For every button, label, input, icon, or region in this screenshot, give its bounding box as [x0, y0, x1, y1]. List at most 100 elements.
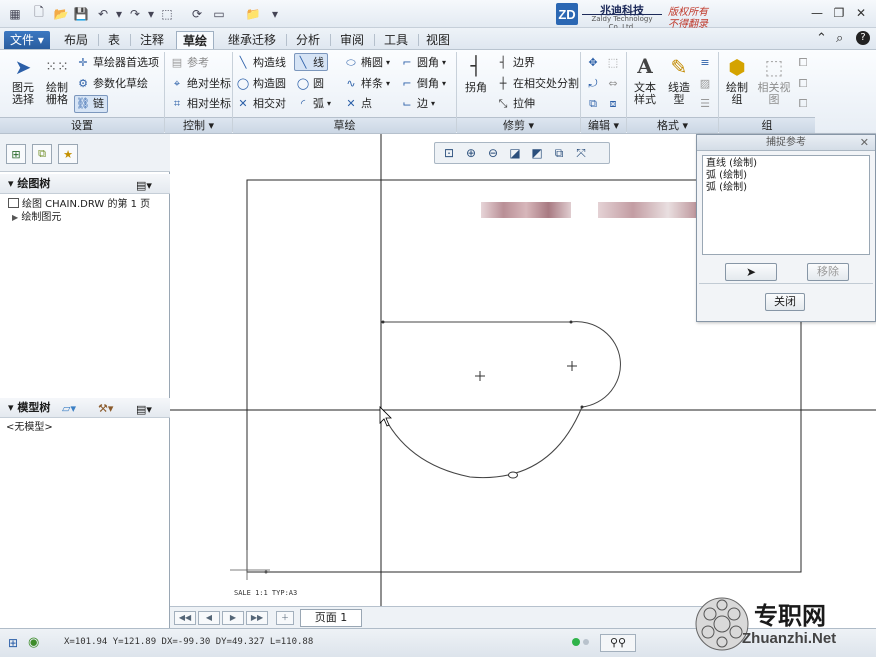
- add-page-icon[interactable]: ＋: [276, 611, 294, 625]
- edge-dropdown-icon[interactable]: ▾: [431, 97, 435, 111]
- zoom-out-icon[interactable]: ⊖: [483, 144, 503, 162]
- tab-file[interactable]: 文件 ▾: [4, 31, 50, 49]
- text-style-button[interactable]: A 文本 样式: [630, 54, 660, 106]
- chamfer-button[interactable]: ⌐ 倒角 ▾: [400, 77, 446, 91]
- arc-button[interactable]: ◜ 弧 ▾: [296, 97, 331, 111]
- tree-item-draft-entities[interactable]: ▶ 绘制图元: [12, 212, 61, 224]
- related-view-button[interactable]: ⬚ 相关视 图: [756, 54, 792, 106]
- list-item[interactable]: 弧 (绘制): [706, 170, 866, 182]
- tree-item-drawing[interactable]: 绘图 CHAIN.DRW 的第 1 页: [8, 198, 150, 211]
- display-style-icon[interactable]: ◩: [527, 144, 547, 162]
- group-label-edit[interactable]: 编辑 ▾: [581, 117, 626, 133]
- repaint-icon[interactable]: ◪: [505, 144, 525, 162]
- draw-grid-button[interactable]: ⁙⁙ 绘制 栅格: [42, 54, 72, 106]
- group-option-1[interactable]: ⧠: [796, 56, 810, 70]
- construction-line-button[interactable]: ╲ 构造线: [236, 56, 286, 70]
- edge-button[interactable]: ⌙ 边 ▾: [400, 97, 435, 111]
- ellipse-dropdown-icon[interactable]: ▾: [386, 56, 390, 70]
- param-sketch-button[interactable]: ⚙ 参数化草绘: [76, 77, 148, 91]
- group-option-3[interactable]: ⧠: [796, 97, 810, 111]
- minimize-button[interactable]: —: [808, 5, 826, 21]
- model-tree-settings-icon[interactable]: ▤▾: [136, 400, 152, 420]
- tab-tools[interactable]: 工具: [378, 31, 414, 49]
- group-option-2[interactable]: ⧠: [796, 77, 810, 91]
- tab-annotate[interactable]: 注释: [134, 31, 170, 49]
- refit-icon[interactable]: ⊡: [439, 144, 459, 162]
- arc-dropdown-icon[interactable]: ▾: [327, 97, 331, 111]
- close-button[interactable]: 关闭: [765, 293, 805, 311]
- format-option-3[interactable]: ☰: [698, 97, 712, 111]
- tab-legacy-migration[interactable]: 继承迁移: [222, 31, 282, 49]
- search-icon[interactable]: ⌕: [836, 31, 843, 46]
- chain-button[interactable]: ⛓ 链: [76, 97, 104, 111]
- layers-tab-icon[interactable]: ⧉: [32, 144, 52, 164]
- tab-table[interactable]: 表: [102, 31, 126, 49]
- chamfer-dropdown-icon[interactable]: ▾: [442, 77, 446, 91]
- window-icon[interactable]: ▭: [210, 5, 228, 22]
- draw-group-button[interactable]: ⬢ 绘制 组: [722, 54, 752, 106]
- absolute-coord-button[interactable]: ⌖ 绝对坐标: [170, 77, 231, 91]
- spline-button[interactable]: ∿ 样条 ▾: [344, 77, 390, 91]
- group-label-trim[interactable]: 修剪 ▾: [457, 117, 580, 133]
- last-page-icon[interactable]: ▶▶: [246, 611, 268, 625]
- relative-coord-button[interactable]: ⌗ 相对坐标: [170, 97, 231, 111]
- new-file-icon[interactable]: 🗋: [30, 5, 48, 22]
- format-option-2[interactable]: ▨: [698, 77, 712, 91]
- tools-icon[interactable]: ⚒▾: [98, 399, 113, 419]
- globe-icon[interactable]: ◉: [28, 635, 39, 650]
- group-label-control[interactable]: 控制 ▾: [165, 117, 232, 133]
- tab-analysis[interactable]: 分析: [290, 31, 326, 49]
- intersect-button[interactable]: ✕ 相交对: [236, 97, 286, 111]
- list-item[interactable]: 直线 (绘制): [706, 158, 866, 170]
- group-edit-button[interactable]: ⧈: [606, 97, 620, 111]
- model-tree-icon[interactable]: ▱▾: [62, 399, 76, 419]
- tree-settings-icon[interactable]: ▤▾: [136, 176, 152, 196]
- point-button[interactable]: ✕ 点: [344, 97, 372, 111]
- tab-layout[interactable]: 布局: [58, 31, 94, 49]
- stretch-button[interactable]: ⤡ 拉伸: [496, 97, 535, 111]
- rotate-button[interactable]: ⤾: [586, 77, 600, 91]
- select-box-icon[interactable]: ⬚: [158, 5, 176, 22]
- drawing-tree-header[interactable]: ▾ 绘图树 ▤▾: [0, 174, 170, 194]
- favorites-tab-icon[interactable]: ★: [58, 144, 78, 164]
- reference-button[interactable]: ▤ 参考: [170, 56, 209, 70]
- restore-button[interactable]: ❐: [830, 5, 848, 21]
- expand-icon[interactable]: ▶: [12, 213, 18, 222]
- model-tree-header[interactable]: ▾ 模型树 ▱▾ ⚒▾ ▤▾: [0, 398, 170, 418]
- regenerate-icon[interactable]: ⟳: [188, 5, 206, 22]
- display-toggle-icon[interactable]: ⤧: [571, 144, 591, 162]
- folder-icon[interactable]: 📁: [244, 5, 262, 22]
- list-item[interactable]: 弧 (绘制): [706, 182, 866, 194]
- ellipse-button[interactable]: ⬭ 椭圆 ▾: [344, 56, 390, 70]
- scale-button[interactable]: ⇔: [606, 77, 620, 91]
- tab-view[interactable]: 视图: [420, 31, 456, 49]
- group-label-format[interactable]: 格式 ▾: [627, 117, 718, 133]
- customize-toolbar-icon[interactable]: ▾: [266, 5, 284, 22]
- tree-tab-icon[interactable]: ⊞: [6, 144, 26, 164]
- line-style-button[interactable]: ✎ 线造 型: [664, 54, 694, 106]
- line-button[interactable]: ╲ 线: [296, 56, 324, 70]
- spline-dropdown-icon[interactable]: ▾: [386, 77, 390, 91]
- circle-button[interactable]: ◯ 圆: [296, 77, 324, 91]
- next-page-icon[interactable]: ▶: [222, 611, 244, 625]
- zoom-in-icon[interactable]: ⊕: [461, 144, 481, 162]
- binoculars-icon[interactable]: ⚲⚲: [600, 634, 636, 652]
- close-window-button[interactable]: ✕: [852, 5, 870, 21]
- layout-icon[interactable]: ⊞: [8, 636, 18, 650]
- construction-circle-button[interactable]: ◯ 构造圆: [236, 77, 286, 91]
- select-reference-button[interactable]: ➤: [725, 263, 777, 281]
- reference-list[interactable]: 直线 (绘制) 弧 (绘制) 弧 (绘制): [702, 155, 870, 255]
- corner-button[interactable]: ┤ 拐角: [462, 54, 490, 94]
- app-logo-icon[interactable]: ▦: [6, 5, 24, 22]
- boundary-button[interactable]: ┤ 边界: [496, 56, 535, 70]
- dialog-close-icon[interactable]: ✕: [860, 135, 869, 151]
- open-file-icon[interactable]: 📂: [52, 5, 70, 22]
- prev-page-icon[interactable]: ◀: [198, 611, 220, 625]
- fillet-button[interactable]: ⌐ 圆角 ▾: [400, 56, 446, 70]
- help-icon[interactable]: ?: [856, 31, 870, 45]
- tab-sketch[interactable]: 草绘: [176, 31, 215, 49]
- tab-page-1[interactable]: 页面 1: [300, 609, 362, 627]
- remove-button[interactable]: 移除: [807, 263, 849, 281]
- collapse-ribbon-icon[interactable]: ⌃: [816, 31, 827, 46]
- fillet-dropdown-icon[interactable]: ▾: [442, 56, 446, 70]
